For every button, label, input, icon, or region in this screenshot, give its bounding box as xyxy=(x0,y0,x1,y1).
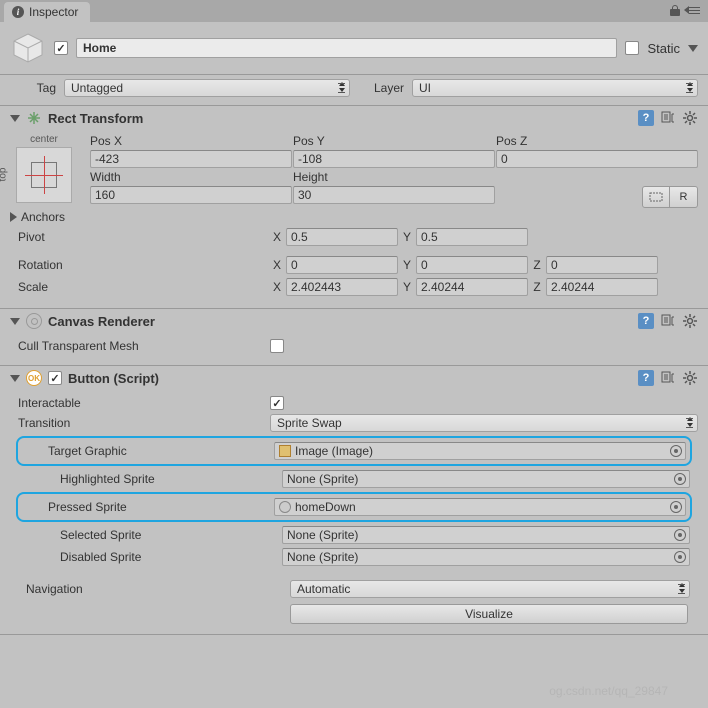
tag-dropdown[interactable]: Untagged xyxy=(64,79,350,97)
pos-z-input[interactable]: 0 xyxy=(496,150,698,168)
help-icon[interactable]: ? xyxy=(638,370,654,386)
target-graphic-highlight: Target Graphic Image (Image) xyxy=(16,436,692,466)
canvas-renderer-component: Canvas Renderer ? Cull Transparent Mesh xyxy=(0,309,708,366)
static-label: Static xyxy=(647,41,680,56)
object-picker-icon[interactable] xyxy=(670,445,682,457)
pos-x-label: Pos X xyxy=(90,132,292,150)
selected-sprite-label: Selected Sprite xyxy=(18,528,282,542)
scale-z-input[interactable]: 2.40244 xyxy=(546,278,658,296)
preset-icon[interactable] xyxy=(660,313,676,329)
width-input[interactable]: 160 xyxy=(90,186,292,204)
fold-icon[interactable] xyxy=(10,115,20,122)
static-checkbox[interactable] xyxy=(625,41,639,55)
gameobject-header: Home Static xyxy=(0,22,708,75)
interactable-checkbox[interactable] xyxy=(270,396,284,410)
disabled-sprite-field[interactable]: None (Sprite) xyxy=(282,548,690,566)
button-component: OK Button (Script) ? Interactable Transi… xyxy=(0,366,708,635)
selected-sprite-field[interactable]: None (Sprite) xyxy=(282,526,690,544)
scale-x-input[interactable]: 2.402443 xyxy=(286,278,398,296)
cull-transparent-checkbox[interactable] xyxy=(270,339,284,353)
preset-icon[interactable] xyxy=(660,370,676,386)
rect-transform-component: Rect Transform ? center top xyxy=(0,106,708,309)
lock-icon[interactable] xyxy=(670,5,680,16)
component-title: Rect Transform xyxy=(48,111,632,126)
rot-y-input[interactable]: 0 xyxy=(416,256,528,274)
button-enabled-checkbox[interactable] xyxy=(48,371,62,385)
rotation-label: Rotation xyxy=(10,258,270,272)
anchor-h-label: center xyxy=(10,134,78,145)
inspector-tab[interactable]: i Inspector xyxy=(4,2,90,22)
static-dropdown-icon[interactable] xyxy=(688,45,698,52)
pressed-sprite-label: Pressed Sprite xyxy=(22,500,274,514)
navigation-label: Navigation xyxy=(18,582,290,596)
context-menu-icon[interactable] xyxy=(686,4,700,16)
layer-dropdown[interactable]: UI xyxy=(412,79,698,97)
interactable-label: Interactable xyxy=(10,396,270,410)
transition-dropdown[interactable]: Sprite Swap xyxy=(270,414,698,432)
layer-value: UI xyxy=(419,81,431,95)
info-icon: i xyxy=(12,6,24,18)
rot-x-input[interactable]: 0 xyxy=(286,256,398,274)
help-icon[interactable]: ? xyxy=(638,313,654,329)
height-input[interactable]: 30 xyxy=(293,186,495,204)
pos-z-label: Pos Z xyxy=(496,132,698,150)
tab-title: Inspector xyxy=(29,5,78,19)
object-picker-icon[interactable] xyxy=(670,501,682,513)
pos-y-label: Pos Y xyxy=(293,132,495,150)
anchor-preset-widget[interactable]: center top xyxy=(10,132,78,208)
preset-icon[interactable] xyxy=(660,110,676,126)
height-label: Height xyxy=(293,168,495,186)
help-icon[interactable]: ? xyxy=(638,110,654,126)
gear-icon[interactable] xyxy=(682,110,698,126)
raw-edit-button[interactable]: R xyxy=(670,186,698,208)
anchor-v-label: top xyxy=(0,168,8,182)
fold-icon[interactable] xyxy=(10,318,20,325)
pivot-label: Pivot xyxy=(10,230,270,244)
transition-label: Transition xyxy=(10,416,270,430)
rot-z-input[interactable]: 0 xyxy=(546,256,658,274)
disabled-sprite-label: Disabled Sprite xyxy=(18,550,282,564)
target-graphic-label: Target Graphic xyxy=(22,444,274,458)
layer-label: Layer xyxy=(358,81,404,95)
object-picker-icon[interactable] xyxy=(674,529,686,541)
watermark: og.csdn.net/qq_29847 xyxy=(549,684,668,698)
pivot-x-input[interactable]: 0.5 xyxy=(286,228,398,246)
tab-bar: i Inspector xyxy=(0,0,708,22)
tag-label: Tag xyxy=(10,81,56,95)
gear-icon[interactable] xyxy=(682,313,698,329)
anchors-label: Anchors xyxy=(21,210,65,224)
blueprint-mode-button[interactable] xyxy=(642,186,670,208)
object-picker-icon[interactable] xyxy=(674,473,686,485)
highlighted-sprite-field[interactable]: None (Sprite) xyxy=(282,470,690,488)
pressed-sprite-highlight: Pressed Sprite homeDown xyxy=(16,492,692,522)
button-script-icon: OK xyxy=(26,370,42,386)
scale-y-input[interactable]: 2.40244 xyxy=(416,278,528,296)
tag-layer-row: Tag Untagged Layer UI xyxy=(0,75,708,106)
component-title: Button (Script) xyxy=(68,371,632,386)
object-picker-icon[interactable] xyxy=(674,551,686,563)
sprite-icon xyxy=(279,501,291,513)
tag-value: Untagged xyxy=(71,81,123,95)
width-label: Width xyxy=(90,168,292,186)
cull-transparent-label: Cull Transparent Mesh xyxy=(10,339,270,353)
component-title: Canvas Renderer xyxy=(48,314,632,329)
gameobject-icon[interactable] xyxy=(10,30,46,66)
pivot-y-input[interactable]: 0.5 xyxy=(416,228,528,246)
name-input[interactable]: Home xyxy=(76,38,617,58)
gear-icon[interactable] xyxy=(682,370,698,386)
pos-y-input[interactable]: -108 xyxy=(293,150,495,168)
image-icon xyxy=(279,445,291,457)
target-graphic-field[interactable]: Image (Image) xyxy=(274,442,686,460)
fold-icon[interactable] xyxy=(10,375,20,382)
active-checkbox[interactable] xyxy=(54,41,68,55)
canvas-renderer-icon xyxy=(26,313,42,329)
navigation-dropdown[interactable]: Automatic xyxy=(290,580,690,598)
pos-x-input[interactable]: -423 xyxy=(90,150,292,168)
anchors-fold-icon[interactable] xyxy=(10,212,17,222)
visualize-button[interactable]: Visualize xyxy=(290,604,688,624)
pressed-sprite-field[interactable]: homeDown xyxy=(274,498,686,516)
rect-transform-icon xyxy=(26,110,42,126)
highlighted-sprite-label: Highlighted Sprite xyxy=(18,472,282,486)
scale-label: Scale xyxy=(10,280,270,294)
